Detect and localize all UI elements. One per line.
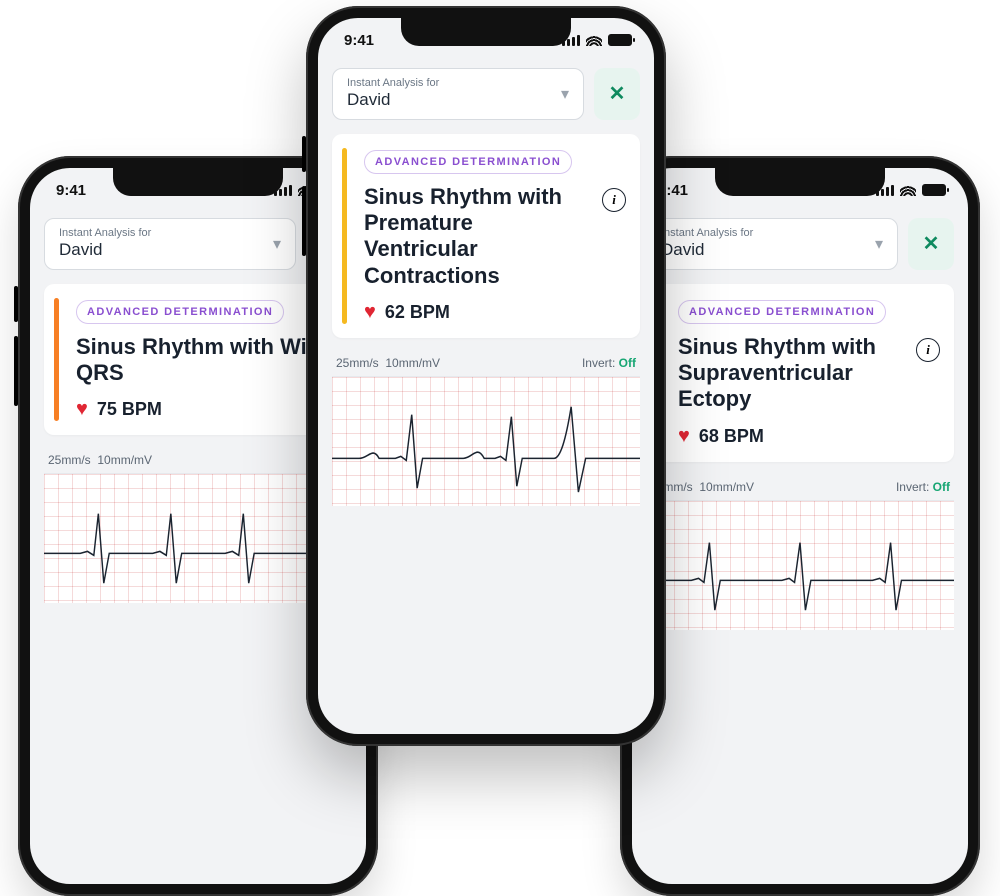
selector-row: Instant Analysis for David ▾ ✕ [646, 218, 954, 270]
close-icon: ✕ [609, 81, 626, 106]
ecg-gain: 10mm/mV [97, 453, 152, 467]
chevron-down-icon: ▾ [875, 234, 883, 254]
heart-icon: ♥ [678, 425, 690, 448]
result-title: Sinus Rhythm with Premature Ventricular … [364, 184, 592, 290]
chevron-down-icon: ▾ [273, 234, 281, 254]
chevron-down-icon: ▾ [561, 84, 569, 104]
battery-icon [922, 184, 946, 196]
ecg-speed: 25mm/s [48, 453, 91, 467]
selector-row: Instant Analysis for David ▾ ✕ [332, 68, 640, 120]
selector-value: David [347, 90, 439, 110]
result-card: ADVANCED DETERMINATION Sinus Rhythm with… [332, 134, 640, 339]
result-title: Sinus Rhythm with Supraventricular Ectop… [678, 334, 906, 413]
ecg-graph[interactable] [646, 500, 954, 630]
app-body: Instant Analysis for David ▾ ✕ ADVANCED … [632, 212, 968, 630]
patient-selector[interactable]: Instant Analysis for David ▾ [332, 68, 584, 120]
wifi-icon [586, 34, 602, 46]
selector-value: David [59, 240, 151, 260]
close-button[interactable]: ✕ [908, 218, 954, 270]
ecg-scale-row: 25mm/s 10mm/mV Invert: Off [332, 356, 640, 370]
selector-label: Instant Analysis for [347, 77, 439, 90]
selector-value: David [661, 240, 753, 260]
invert-toggle[interactable]: Off [619, 356, 636, 370]
ecg-waveform-icon [646, 501, 954, 630]
bpm-value: 75 BPM [97, 399, 162, 420]
patient-selector[interactable]: Instant Analysis for David ▾ [44, 218, 296, 270]
info-icon[interactable]: i [916, 338, 940, 362]
result-title: Sinus Rhythm with Wide QRS [76, 334, 338, 387]
invert-toggle[interactable]: Off [933, 480, 950, 494]
info-icon[interactable]: i [602, 188, 626, 212]
patient-selector[interactable]: Instant Analysis for David ▾ [646, 218, 898, 270]
ecg-scale-row: 25mm/s 10mm/mV Invert: Off [646, 480, 954, 494]
battery-icon [608, 34, 632, 46]
heart-icon: ♥ [364, 301, 376, 324]
result-card: ADVANCED DETERMINATION Sinus Rhythm with… [646, 284, 954, 462]
status-time: 9:41 [344, 32, 374, 49]
selector-label: Instant Analysis for [59, 227, 151, 240]
status-time: 9:41 [56, 182, 86, 199]
ecg-gain: 10mm/mV [699, 480, 754, 494]
app-body: Instant Analysis for David ▾ ✕ ADVANCED … [318, 62, 654, 506]
phone-notch [715, 168, 885, 196]
determination-badge: ADVANCED DETERMINATION [678, 300, 886, 324]
ecg-gain: 10mm/mV [385, 356, 440, 370]
phone-screen: 9:41 Instant Analysis for David ▾ ✕ [632, 168, 968, 884]
wifi-icon [900, 184, 916, 196]
ecg-graph[interactable] [332, 376, 640, 506]
bpm-row: ♥ 68 BPM [678, 425, 940, 448]
determination-badge: ADVANCED DETERMINATION [364, 150, 572, 174]
determination-badge: ADVANCED DETERMINATION [76, 300, 284, 324]
phone-screen: 9:41 Instant Analysis for David ▾ ✕ [318, 18, 654, 734]
close-button[interactable]: ✕ [594, 68, 640, 120]
invert-label: Invert: [896, 480, 929, 494]
phone-notch [401, 18, 571, 46]
bpm-value: 62 BPM [385, 302, 450, 323]
bpm-row: ♥ 75 BPM [76, 398, 338, 421]
selector-label: Instant Analysis for [661, 227, 753, 240]
status-right [876, 184, 946, 196]
ecg-waveform-icon [332, 377, 640, 506]
phone-right: 9:41 Instant Analysis for David ▾ ✕ [620, 156, 980, 896]
close-icon: ✕ [923, 231, 940, 256]
invert-label: Invert: [582, 356, 615, 370]
ecg-speed: 25mm/s [336, 356, 379, 370]
phone-notch [113, 168, 283, 196]
bpm-row: ♥ 62 BPM [364, 301, 626, 324]
bpm-value: 68 BPM [699, 426, 764, 447]
phone-center: 9:41 Instant Analysis for David ▾ ✕ [306, 6, 666, 746]
status-right [562, 34, 632, 46]
heart-icon: ♥ [76, 398, 88, 421]
